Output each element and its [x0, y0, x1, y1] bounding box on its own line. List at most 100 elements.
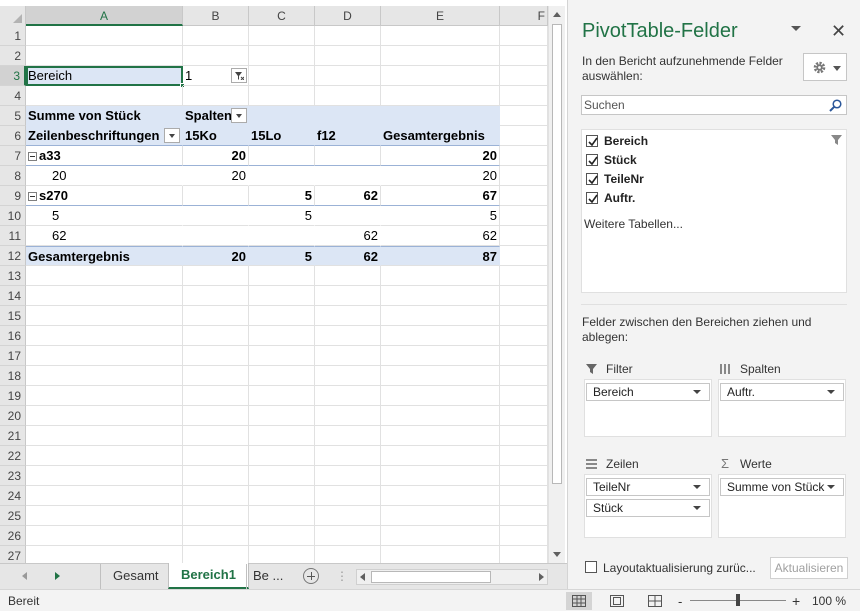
cell[interactable]: [500, 486, 548, 506]
search-icon[interactable]: [829, 99, 842, 112]
cell[interactable]: [249, 366, 315, 386]
cell[interactable]: 62: [381, 226, 500, 246]
cell[interactable]: [500, 326, 548, 346]
cell[interactable]: [183, 466, 249, 486]
cell[interactable]: [183, 286, 249, 306]
row-labels-header[interactable]: Zeilenbeschriftungen: [26, 126, 183, 146]
cell[interactable]: [381, 66, 500, 86]
chevron-down-icon[interactable]: [790, 24, 802, 34]
next-sheet-icon[interactable]: [55, 572, 60, 580]
cell[interactable]: [315, 526, 381, 546]
cell[interactable]: [249, 286, 315, 306]
cell[interactable]: [26, 406, 183, 426]
row-header[interactable]: 9: [0, 186, 26, 206]
field-item-bereich[interactable]: Bereich: [584, 132, 844, 150]
cell[interactable]: [500, 286, 548, 306]
cell[interactable]: [315, 546, 381, 563]
cell[interactable]: [315, 66, 381, 86]
grand-total-value[interactable]: 87: [381, 246, 500, 266]
cell[interactable]: [249, 46, 315, 66]
horizontal-scrollbar[interactable]: [356, 569, 548, 585]
collapse-icon[interactable]: [28, 152, 37, 161]
cell[interactable]: [315, 466, 381, 486]
filter-icon[interactable]: [831, 135, 842, 145]
cell[interactable]: 62: [315, 186, 381, 206]
chevron-down-icon[interactable]: [693, 485, 701, 489]
cell[interactable]: [183, 26, 249, 46]
cell[interactable]: [315, 306, 381, 326]
cell[interactable]: [249, 226, 315, 246]
row-header[interactable]: 6: [0, 126, 26, 146]
field-checkbox[interactable]: [586, 154, 598, 166]
cell[interactable]: [249, 166, 315, 186]
column-label-f12[interactable]: f12: [315, 126, 381, 146]
cell[interactable]: [183, 266, 249, 286]
cell[interactable]: [500, 386, 548, 406]
row-header[interactable]: 21: [0, 426, 26, 446]
cell[interactable]: [249, 506, 315, 526]
cell[interactable]: [183, 186, 249, 206]
cell[interactable]: [26, 366, 183, 386]
cell[interactable]: [315, 446, 381, 466]
scroll-down-button[interactable]: [549, 546, 566, 563]
cell[interactable]: [381, 526, 500, 546]
row-header[interactable]: 11: [0, 226, 26, 246]
row-header[interactable]: 7: [0, 146, 26, 166]
area-field-teilenr[interactable]: TeileNr: [586, 478, 710, 496]
cell[interactable]: [183, 426, 249, 446]
cell[interactable]: [183, 366, 249, 386]
cell[interactable]: [249, 406, 315, 426]
search-input[interactable]: Suchen: [581, 95, 847, 115]
cell[interactable]: [500, 506, 548, 526]
cell[interactable]: [381, 26, 500, 46]
cell[interactable]: [183, 206, 249, 226]
cell[interactable]: [249, 426, 315, 446]
cell[interactable]: [500, 266, 548, 286]
cell[interactable]: [500, 226, 548, 246]
column-label-15lo[interactable]: 15Lo: [249, 126, 315, 146]
cell[interactable]: [249, 486, 315, 506]
cell[interactable]: [315, 106, 381, 126]
area-drop-zone[interactable]: Summe von Stück: [718, 474, 846, 538]
tools-button[interactable]: [803, 53, 847, 81]
column-header-c[interactable]: C: [249, 6, 315, 26]
cell[interactable]: 62: [315, 226, 381, 246]
cell[interactable]: [500, 106, 548, 126]
cell[interactable]: [183, 546, 249, 563]
area-field-bereich[interactable]: Bereich: [586, 383, 710, 401]
column-label-grand-total[interactable]: Gesamtergebnis: [381, 126, 500, 146]
cell[interactable]: [249, 386, 315, 406]
cell[interactable]: [381, 506, 500, 526]
row-header[interactable]: 20: [0, 406, 26, 426]
cell[interactable]: [26, 346, 183, 366]
pivot-item[interactable]: 20: [26, 166, 183, 186]
column-label-15ko[interactable]: 15Ko: [183, 126, 249, 146]
cell[interactable]: [26, 386, 183, 406]
arrow-left-icon[interactable]: [360, 573, 365, 581]
cell[interactable]: [500, 246, 548, 266]
cell[interactable]: [381, 266, 500, 286]
column-header-a[interactable]: A: [26, 6, 183, 26]
cell[interactable]: [315, 146, 381, 166]
row-header[interactable]: 2: [0, 46, 26, 66]
cell[interactable]: [500, 66, 548, 86]
pivot-group-s270[interactable]: s270: [26, 186, 183, 206]
normal-view-button[interactable]: [566, 592, 592, 610]
row-header[interactable]: 26: [0, 526, 26, 546]
cell[interactable]: [500, 546, 548, 563]
more-tables-link[interactable]: Weitere Tabellen...: [584, 217, 683, 231]
cell[interactable]: [315, 86, 381, 106]
cell[interactable]: [315, 346, 381, 366]
cell[interactable]: [249, 326, 315, 346]
cell[interactable]: [500, 146, 548, 166]
arrow-right-icon[interactable]: [539, 573, 544, 581]
field-checkbox[interactable]: [586, 135, 598, 147]
cell[interactable]: [26, 506, 183, 526]
field-checkbox[interactable]: [586, 173, 598, 185]
row-header[interactable]: 13: [0, 266, 26, 286]
column-header-b[interactable]: B: [183, 6, 249, 26]
vertical-scrollbar[interactable]: [548, 6, 565, 563]
cell[interactable]: [500, 406, 548, 426]
column-labels-header[interactable]: Spalten: [183, 106, 249, 126]
cell[interactable]: [249, 526, 315, 546]
